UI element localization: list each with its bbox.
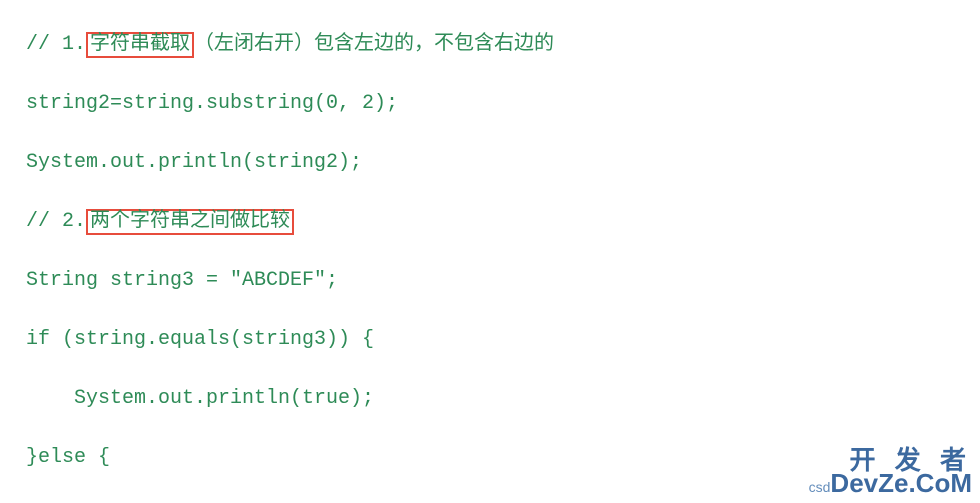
code-line: }else { bbox=[26, 443, 980, 473]
comment-prefix: // 1. bbox=[26, 33, 86, 56]
comment-suffix: （左闭右开）包含左边的，不包含右边的 bbox=[194, 33, 554, 56]
code-line: string2=string.substring(0, 2); bbox=[26, 89, 980, 119]
code-line: if (string.equals(string3)) { bbox=[26, 325, 980, 355]
highlight-compare: 两个字符串之间做比较 bbox=[86, 209, 294, 235]
code-line: String string3 = "ABCDEF"; bbox=[26, 266, 980, 296]
code-line: // 1.字符串截取（左闭右开）包含左边的，不包含右边的 bbox=[26, 30, 980, 60]
code-line: System.out.println(true); bbox=[26, 384, 980, 414]
code-block: // 1.字符串截取（左闭右开）包含左边的，不包含右边的 string2=str… bbox=[0, 0, 980, 503]
code-line: // 2.两个字符串之间做比较 bbox=[26, 207, 980, 237]
comment-prefix: // 2. bbox=[26, 210, 86, 233]
code-line: System.out.println(string2); bbox=[26, 148, 980, 178]
highlight-substring: 字符串截取 bbox=[86, 32, 194, 58]
